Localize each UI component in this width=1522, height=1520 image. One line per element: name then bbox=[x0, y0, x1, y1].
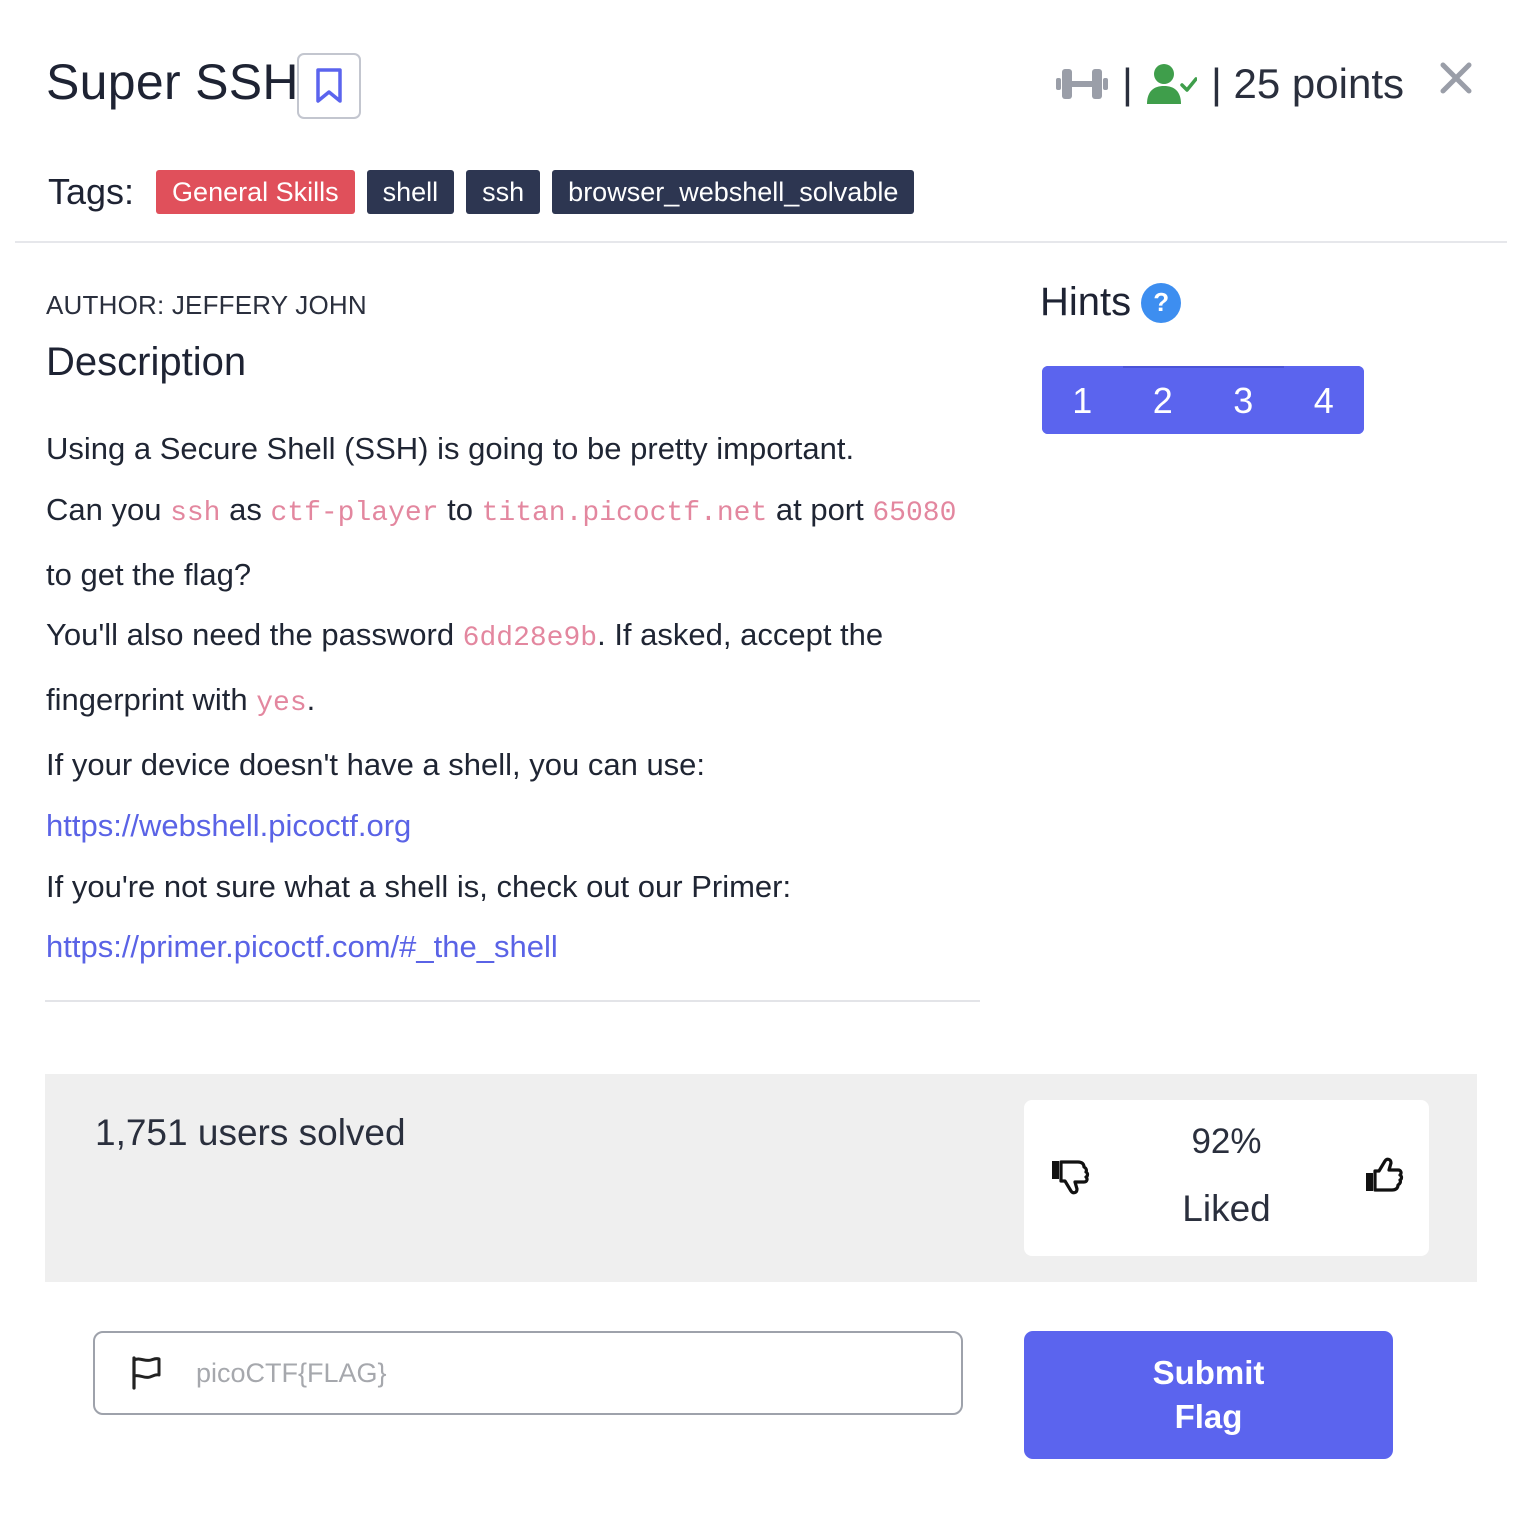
description-text: Can you bbox=[46, 491, 171, 527]
submit-flag-label: Submit Flag bbox=[1152, 1354, 1265, 1435]
inline-code-user: ctf-player bbox=[270, 497, 439, 529]
flag-input[interactable] bbox=[194, 1356, 898, 1390]
webshell-link[interactable]: https://webshell.picoctf.org bbox=[46, 808, 411, 843]
tag-shell[interactable]: shell bbox=[366, 170, 455, 214]
inline-code-host: titan.picoctf.net bbox=[481, 497, 768, 529]
description-line: https://webshell.picoctf.org bbox=[46, 796, 986, 857]
tag-browser-webshell-solvable[interactable]: browser_webshell_solvable bbox=[552, 170, 915, 214]
description-text: as bbox=[220, 491, 271, 527]
description-text: If your device doesn't have a shell, you… bbox=[46, 746, 706, 782]
description-line: fingerprint with yes. bbox=[46, 670, 986, 735]
header-divider bbox=[15, 241, 1507, 243]
inline-code-password: 6dd28e9b bbox=[462, 623, 598, 655]
meta-separator: | bbox=[1122, 60, 1133, 107]
description-line: Using a Secure Shell (SSH) is going to b… bbox=[46, 419, 986, 480]
tags-label: Tags: bbox=[48, 171, 135, 212]
inline-code-ssh: ssh bbox=[170, 497, 221, 529]
flag-icon bbox=[132, 1356, 161, 1390]
description-text: Using a Secure Shell (SSH) is going to b… bbox=[46, 431, 855, 466]
flag-input-container bbox=[93, 1331, 963, 1415]
thumbs-up-icon[interactable] bbox=[1364, 1156, 1404, 1196]
description-line: You'll also need the password 6dd28e9b. … bbox=[46, 605, 986, 670]
description-text: If you're not sure what a shell is, chec… bbox=[46, 868, 792, 904]
description-text: to bbox=[438, 491, 482, 527]
description-line: Can you ssh as ctf-player to titan.picoc… bbox=[46, 480, 986, 545]
dumbbell-icon bbox=[1056, 69, 1109, 99]
close-icon[interactable] bbox=[1436, 58, 1476, 98]
like-card: 92% Liked bbox=[1024, 1100, 1429, 1256]
hint-button-1[interactable]: 1 bbox=[1042, 366, 1123, 434]
description-text: at port bbox=[767, 491, 873, 527]
bookmark-icon bbox=[316, 68, 342, 103]
question-circle-icon[interactable]: ? bbox=[1141, 282, 1182, 323]
description-text: fingerprint with bbox=[46, 682, 257, 718]
primer-link[interactable]: https://primer.picoctf.com/#_the_shell bbox=[46, 929, 558, 964]
hints-title: Hints bbox=[1040, 280, 1132, 324]
hint-button-group: 1 2 3 4 bbox=[1042, 366, 1364, 434]
hint-button-4[interactable]: 4 bbox=[1283, 366, 1364, 434]
description-line: to get the flag? bbox=[46, 545, 986, 606]
description-line: https://primer.picoctf.com/#_the_shell bbox=[46, 917, 986, 978]
description-line: If your device doesn't have a shell, you… bbox=[46, 735, 986, 796]
hint-button-3[interactable]: 3 bbox=[1203, 366, 1284, 434]
hints-heading: Hints ? bbox=[1040, 280, 1182, 325]
users-solved: 1,751 users solved bbox=[95, 1112, 406, 1153]
tag-general-skills[interactable]: General Skills bbox=[156, 170, 355, 214]
description-body: Using a Secure Shell (SSH) is going to b… bbox=[46, 419, 986, 978]
description-text: . bbox=[306, 682, 316, 718]
tag-ssh[interactable]: ssh bbox=[466, 170, 541, 214]
description-text: You'll also need the password bbox=[46, 617, 463, 653]
inline-code-port: 65080 bbox=[872, 497, 957, 529]
challenge-modal: Super SSH | | 25 points Tags: General Sk… bbox=[0, 0, 1522, 1520]
description-text: to get the flag? bbox=[46, 556, 252, 592]
submit-flag-button[interactable]: Submit Flag bbox=[1024, 1331, 1393, 1459]
bookmark-button[interactable] bbox=[297, 53, 361, 119]
tags-row: Tags: General Skills shell ssh browser_w… bbox=[48, 170, 915, 214]
description-line: If you're not sure what a shell is, chec… bbox=[46, 857, 986, 918]
points-label: | 25 points bbox=[1210, 60, 1404, 107]
description-divider bbox=[45, 1000, 980, 1002]
inline-code-yes: yes bbox=[256, 688, 307, 720]
description-heading: Description bbox=[46, 340, 247, 384]
challenge-meta: | | 25 points bbox=[1056, 52, 1404, 116]
user-check-icon bbox=[1146, 64, 1197, 104]
author-label: AUTHOR: JEFFERY JOHN bbox=[46, 290, 367, 320]
hint-button-2[interactable]: 2 bbox=[1122, 366, 1203, 434]
description-text: . If asked, accept the bbox=[597, 617, 884, 653]
challenge-title: Super SSH bbox=[46, 54, 299, 110]
